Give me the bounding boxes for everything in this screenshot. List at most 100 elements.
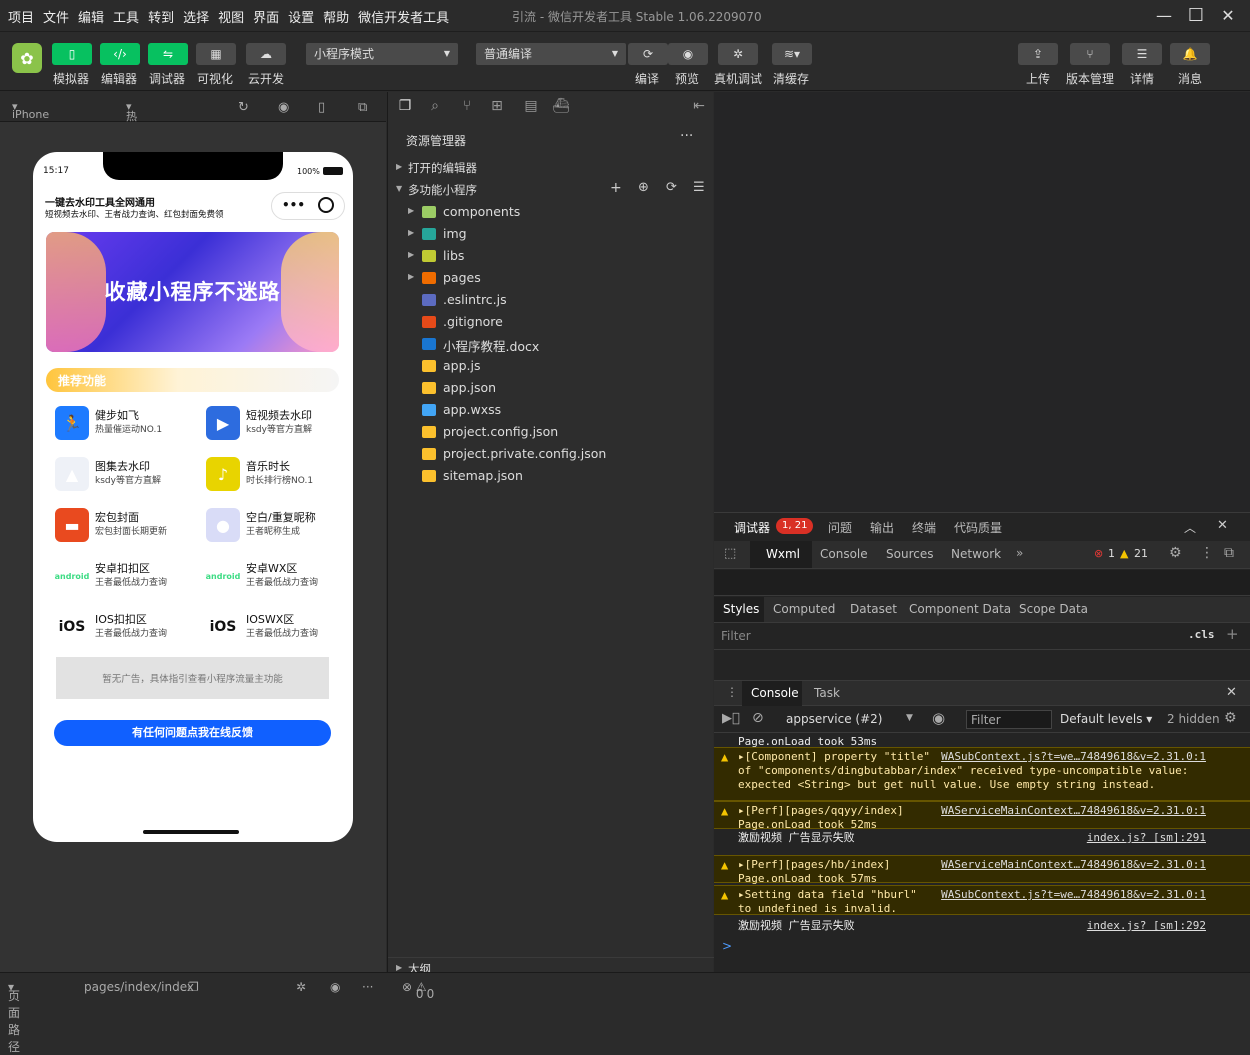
- search-icon[interactable]: ⌕: [426, 98, 444, 116]
- messages-button[interactable]: 🔔: [1170, 43, 1210, 65]
- feature-item[interactable]: ▲ 图集去水印 ksdy等官方直解: [55, 455, 205, 495]
- feature-item[interactable]: android 安卓扣扣区 王者最低战力查询: [55, 557, 205, 597]
- debugger-toggle-button[interactable]: ⇋: [148, 43, 188, 65]
- tab-item[interactable]: Dataset: [850, 602, 897, 616]
- more-icon[interactable]: ···: [680, 128, 693, 144]
- collapse-all-icon[interactable]: ☰: [693, 180, 705, 195]
- file-tree-item[interactable]: app.wxss: [388, 399, 714, 421]
- feature-item[interactable]: ▶ 短视频去水印 ksdy等官方直解: [206, 404, 353, 444]
- tab-item[interactable]: Wxml: [766, 547, 800, 561]
- gear-icon[interactable]: ⚙: [1169, 545, 1182, 561]
- console-log-source-link[interactable]: WASubContext.js?t=we…74849618&v=2.31.0:1: [941, 888, 1206, 901]
- menu-item[interactable]: 工具: [113, 7, 139, 26]
- avatar[interactable]: ✿: [12, 43, 42, 73]
- file-tree-item[interactable]: app.json: [388, 377, 714, 399]
- menu-item[interactable]: 文件: [43, 7, 69, 26]
- styles-filter-input[interactable]: Filter: [721, 629, 751, 643]
- console-filter-input[interactable]: Filter: [966, 710, 1052, 729]
- refresh-icon[interactable]: ⟳: [666, 180, 677, 195]
- more-tabs-icon[interactable]: »: [1016, 546, 1023, 560]
- feature-item[interactable]: 🏃 健步如飞 热量催运动NO.1: [55, 404, 205, 444]
- menu-item[interactable]: 设置: [288, 7, 314, 26]
- feature-item[interactable]: ● 空白/重复昵称 王者昵称生成: [206, 506, 353, 546]
- tab-item[interactable]: Styles: [723, 602, 759, 616]
- close-icon[interactable]: ✕: [1214, 4, 1242, 28]
- stop-icon[interactable]: ◉: [278, 100, 289, 115]
- git-icon[interactable]: ⑂: [458, 98, 476, 116]
- file-tree-item[interactable]: ▶ components: [388, 201, 714, 223]
- tab-item[interactable]: Console: [820, 547, 868, 561]
- compile-select[interactable]: 普通编译 ▼: [476, 43, 626, 65]
- kebab-icon[interactable]: ⋮: [1200, 545, 1214, 561]
- clear-console-icon[interactable]: ⊘: [752, 710, 764, 726]
- details-button[interactable]: ☰: [1122, 43, 1162, 65]
- chevron-up-icon[interactable]: ︿: [1184, 519, 1196, 536]
- tab-item[interactable]: Scope Data: [1019, 602, 1088, 616]
- tab-item[interactable]: 问题: [828, 519, 852, 536]
- gear-icon[interactable]: ⚙: [1224, 710, 1237, 726]
- new-file-icon[interactable]: +: [610, 180, 622, 196]
- file-tree-item[interactable]: ▶ libs: [388, 245, 714, 267]
- docker-icon[interactable]: ⛴: [552, 98, 570, 116]
- file-tree-item[interactable]: project.config.json: [388, 421, 714, 443]
- console-log-entry[interactable]: ▲ ▸Setting data field "hburl" to undefine…: [714, 885, 1250, 915]
- collapse-panel-icon[interactable]: ⇤: [690, 98, 708, 116]
- remote-debug-button[interactable]: ✲: [718, 43, 758, 65]
- console-log-entry[interactable]: ▲ ▸[Perf][pages/qqyy/index] Page.onLoad t…: [714, 801, 1250, 831]
- visual-button[interactable]: ▦: [196, 43, 236, 65]
- cls-toggle[interactable]: .cls: [1188, 628, 1215, 641]
- file-tree-item[interactable]: .gitignore: [388, 311, 714, 333]
- file-tree-item[interactable]: 小程序教程.docx: [388, 333, 714, 355]
- file-tree-item[interactable]: .eslintrc.js: [388, 289, 714, 311]
- phone-icon[interactable]: ▯: [318, 100, 325, 115]
- banner[interactable]: 收藏小程序不迷路: [46, 232, 339, 352]
- context-select[interactable]: appservice (#2): [786, 712, 882, 726]
- window-icon[interactable]: ▤: [522, 98, 540, 116]
- open-editors-section[interactable]: ▶ 打开的编辑器: [388, 157, 714, 179]
- file-tree-item[interactable]: sitemap.json: [388, 465, 714, 487]
- problems-indicator[interactable]: ⊗ 0 ⚠ 0: [402, 980, 434, 1001]
- file-tree-item[interactable]: ▶ pages: [388, 267, 714, 289]
- menu-item[interactable]: 帮助: [323, 7, 349, 26]
- tab-item[interactable]: Network: [951, 547, 1001, 561]
- version-button[interactable]: ⑂: [1070, 43, 1110, 65]
- close-icon[interactable]: ✕: [1226, 685, 1237, 700]
- device-select[interactable]: iPhone X 85% 16 ▾: [12, 100, 49, 147]
- files-icon[interactable]: ❐: [396, 98, 414, 116]
- copy-icon[interactable]: ❐: [188, 980, 199, 994]
- menu-item[interactable]: 界面: [253, 7, 279, 26]
- tab-item[interactable]: 调试器: [734, 519, 770, 536]
- inspect-icon[interactable]: ⬚: [724, 546, 736, 561]
- menu-item[interactable]: 编辑: [78, 7, 104, 26]
- console-log-source-link[interactable]: WAServiceMainContext…74849618&v=2.31.0:1: [941, 804, 1206, 817]
- file-tree-item[interactable]: project.private.config.json: [388, 443, 714, 465]
- menu-item[interactable]: 转到: [148, 7, 174, 26]
- console-log-source-link[interactable]: index.js? [sm]:292: [1087, 919, 1206, 932]
- sidebar-icon[interactable]: ▶⃞: [722, 711, 740, 726]
- path-label[interactable]: 页面路径 ▾: [8, 980, 20, 1054]
- tab-item[interactable]: Computed: [773, 602, 835, 616]
- dock-icon[interactable]: ⧉: [1224, 545, 1234, 561]
- minimize-icon[interactable]: —: [1150, 4, 1178, 28]
- rotate-icon[interactable]: ↻: [238, 100, 249, 115]
- console-log-entry[interactable]: 激励视频 广告显示失败 index.js? [sm]:292: [714, 917, 1250, 935]
- console-log-source-link[interactable]: index.js? [sm]:291: [1087, 831, 1206, 844]
- tab-item[interactable]: Console: [751, 686, 799, 700]
- console-prompt[interactable]: >: [722, 939, 732, 953]
- menu-item[interactable]: 视图: [218, 7, 244, 26]
- feature-item[interactable]: android 安卓WX区 王者最低战力查询: [206, 557, 353, 597]
- feature-item[interactable]: ♪ 音乐时长 时长排行榜NO.1: [206, 455, 353, 495]
- clear-cache-button[interactable]: ≋▾: [772, 43, 812, 65]
- eye-icon[interactable]: ◉: [932, 709, 945, 727]
- extensions-icon[interactable]: ⊞: [488, 98, 506, 116]
- feedback-button[interactable]: 有任何问题点我在线反馈: [54, 720, 331, 746]
- file-tree-item[interactable]: app.js: [388, 355, 714, 377]
- console-log-entry[interactable]: ▲ ▸[Component] property "title" of "compo…: [714, 747, 1250, 801]
- close-capsule-icon[interactable]: [318, 197, 334, 213]
- menu-item[interactable]: 项目: [8, 7, 34, 26]
- compile-button[interactable]: ⟳: [628, 43, 668, 65]
- tab-item[interactable]: 输出: [870, 519, 894, 536]
- simulator-toggle-button[interactable]: ▯: [52, 43, 92, 65]
- more-icon[interactable]: ···: [362, 980, 373, 994]
- cloud-button[interactable]: ☁: [246, 43, 286, 65]
